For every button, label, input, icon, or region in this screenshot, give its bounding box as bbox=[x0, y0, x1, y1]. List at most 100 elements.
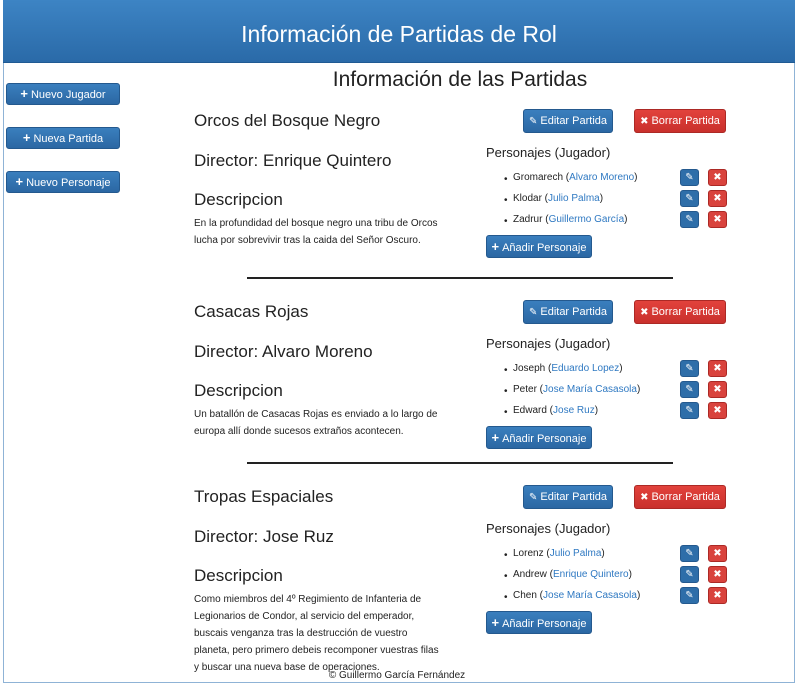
character-row: • Edward (Jose Ruz) ✎ ✖ bbox=[504, 402, 736, 422]
game-name: Orcos del Bosque Negro bbox=[194, 111, 381, 130]
add-character-button[interactable]: + Añadir Personaje bbox=[486, 426, 592, 449]
close-icon: ✖ bbox=[713, 193, 722, 204]
game-description: En la profundidad del bosque negro una t… bbox=[194, 218, 438, 246]
character-entry: Peter (Jose María Casasola) bbox=[513, 384, 640, 395]
character-row: • Joseph (Eduardo Lopez) ✎ ✖ bbox=[504, 360, 736, 380]
edit-character-button[interactable]: ✎ bbox=[680, 587, 699, 604]
close-icon: ✖ bbox=[713, 548, 722, 559]
delete-character-button[interactable]: ✖ bbox=[708, 545, 727, 562]
edit-character-button[interactable]: ✎ bbox=[680, 381, 699, 398]
character-row: • Klodar (Julio Palma) ✎ ✖ bbox=[504, 190, 736, 210]
player-link[interactable]: Julio Palma bbox=[550, 548, 602, 559]
player-link[interactable]: Jose María Casasola bbox=[543, 590, 637, 601]
character-name: Zadrur bbox=[513, 214, 543, 225]
character-entry: Lorenz (Julio Palma) bbox=[513, 548, 605, 559]
close-icon: ✖ bbox=[713, 384, 722, 395]
characters-heading: Personajes (Jugador) bbox=[486, 521, 611, 536]
new-player-button[interactable]: + Nuevo Jugador bbox=[6, 83, 120, 105]
bullet: • bbox=[504, 386, 508, 397]
edit-game-label: Editar Partida bbox=[540, 491, 608, 503]
edit-character-button[interactable]: ✎ bbox=[680, 169, 699, 186]
player-link[interactable]: Enrique Quintero bbox=[553, 569, 629, 580]
game-director: Director: Jose Ruz bbox=[194, 527, 334, 546]
close-icon: ✖ bbox=[713, 590, 722, 601]
paren-close: ) bbox=[628, 569, 632, 580]
delete-game-button[interactable]: ✖ Borrar Partida bbox=[634, 300, 726, 324]
character-row: • Lorenz (Julio Palma) ✎ ✖ bbox=[504, 545, 736, 565]
bullet: • bbox=[504, 216, 508, 227]
edit-character-button[interactable]: ✎ bbox=[680, 402, 699, 419]
character-name: Joseph bbox=[513, 363, 546, 374]
delete-character-button[interactable]: ✖ bbox=[708, 190, 727, 207]
new-game-button[interactable]: + Nueva Partida bbox=[6, 127, 120, 149]
plus-icon: + bbox=[22, 130, 31, 145]
character-entry: Andrew (Enrique Quintero) bbox=[513, 569, 632, 580]
close-icon: ✖ bbox=[713, 405, 722, 416]
character-entry: Klodar (Julio Palma) bbox=[513, 193, 603, 204]
delete-character-button[interactable]: ✖ bbox=[708, 402, 727, 419]
character-entry: Joseph (Eduardo Lopez) bbox=[513, 363, 623, 374]
delete-character-button[interactable]: ✖ bbox=[708, 169, 727, 186]
new-character-button[interactable]: + Nuevo Personaje bbox=[6, 171, 120, 193]
character-name: Klodar bbox=[513, 193, 542, 204]
character-row: • Peter (Jose María Casasola) ✎ ✖ bbox=[504, 381, 736, 401]
plus-icon: + bbox=[15, 174, 24, 189]
delete-game-button[interactable]: ✖ Borrar Partida bbox=[634, 109, 726, 133]
close-icon: ✖ bbox=[640, 307, 649, 318]
edit-game-button[interactable]: ✎ Editar Partida bbox=[523, 109, 613, 133]
edit-icon: ✎ bbox=[685, 214, 694, 225]
paren-close: ) bbox=[636, 384, 641, 395]
game-description: Un batallón de Casacas Rojas es enviado … bbox=[194, 409, 438, 437]
player-link[interactable]: Jose María Casasola bbox=[543, 384, 637, 395]
edit-icon: ✎ bbox=[528, 307, 538, 318]
delete-game-label: Borrar Partida bbox=[651, 491, 720, 503]
bullet: • bbox=[504, 571, 508, 582]
edit-character-button[interactable]: ✎ bbox=[680, 190, 699, 207]
character-entry: Edward (Jose Ruz) bbox=[513, 405, 598, 416]
player-link[interactable]: Guillermo García bbox=[549, 214, 625, 225]
close-icon: ✖ bbox=[713, 569, 722, 580]
game-description: Como miembros del 4º Regimiento de Infan… bbox=[194, 594, 439, 673]
edit-icon: ✎ bbox=[528, 492, 538, 503]
paren-close: ) bbox=[624, 214, 628, 225]
edit-character-button[interactable]: ✎ bbox=[680, 360, 699, 377]
edit-icon: ✎ bbox=[528, 116, 538, 127]
paren-close: ) bbox=[601, 548, 605, 559]
delete-character-button[interactable]: ✖ bbox=[708, 381, 727, 398]
edit-character-button[interactable]: ✎ bbox=[680, 211, 699, 228]
add-character-button[interactable]: + Añadir Personaje bbox=[486, 611, 592, 634]
character-row: • Chen (Jose María Casasola) ✎ ✖ bbox=[504, 587, 736, 607]
player-link[interactable]: Alvaro Moreno bbox=[569, 172, 634, 183]
delete-game-button[interactable]: ✖ Borrar Partida bbox=[634, 485, 726, 509]
new-player-label: Nuevo Jugador bbox=[30, 89, 106, 101]
close-icon: ✖ bbox=[713, 363, 722, 374]
game-director: Director: Enrique Quintero bbox=[194, 151, 392, 170]
delete-character-button[interactable]: ✖ bbox=[708, 211, 727, 228]
delete-character-button[interactable]: ✖ bbox=[708, 587, 727, 604]
edit-character-button[interactable]: ✎ bbox=[680, 566, 699, 583]
delete-character-button[interactable]: ✖ bbox=[708, 360, 727, 377]
edit-game-label: Editar Partida bbox=[540, 306, 608, 318]
player-link[interactable]: Eduardo Lopez bbox=[551, 363, 619, 374]
edit-character-button[interactable]: ✎ bbox=[680, 545, 699, 562]
add-character-button[interactable]: + Añadir Personaje bbox=[486, 235, 592, 258]
plus-icon: + bbox=[491, 239, 500, 254]
game-director: Director: Alvaro Moreno bbox=[194, 342, 373, 361]
edit-icon: ✎ bbox=[685, 363, 694, 374]
description-heading: Descripcion bbox=[194, 190, 283, 209]
edit-game-button[interactable]: ✎ Editar Partida bbox=[523, 485, 613, 509]
close-icon: ✖ bbox=[640, 492, 649, 503]
edit-game-button[interactable]: ✎ Editar Partida bbox=[523, 300, 613, 324]
delete-character-button[interactable]: ✖ bbox=[708, 566, 727, 583]
bullet: • bbox=[504, 174, 508, 185]
character-name: Peter bbox=[513, 384, 537, 395]
player-link[interactable]: Julio Palma bbox=[548, 193, 600, 204]
add-character-label: Añadir Personaje bbox=[502, 242, 587, 254]
add-character-label: Añadir Personaje bbox=[502, 618, 587, 630]
game-section: Orcos del Bosque Negro Director: Enrique … bbox=[194, 109, 734, 289]
edit-icon: ✎ bbox=[685, 193, 694, 204]
app-title: Información de Partidas de Rol bbox=[241, 21, 557, 47]
section-divider bbox=[247, 277, 673, 279]
edit-icon: ✎ bbox=[685, 548, 694, 559]
player-link[interactable]: Jose Ruz bbox=[553, 405, 595, 416]
